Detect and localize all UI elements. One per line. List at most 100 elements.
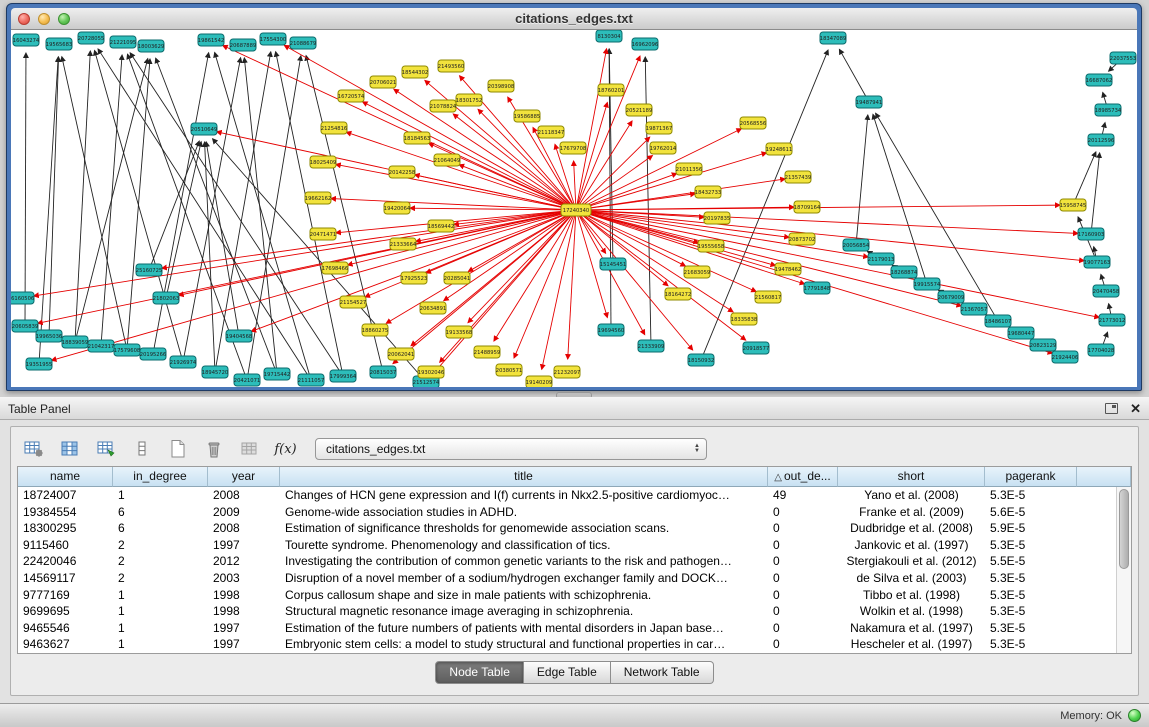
cell-in_degree[interactable]: 6 (113, 504, 208, 521)
graph-node[interactable]: 19420064 (384, 202, 411, 214)
cell-in_degree[interactable]: 1 (113, 587, 208, 604)
cell-title[interactable]: Disruption of a novel member of a sodium… (280, 570, 768, 587)
graph-node[interactable]: 18025409 (310, 156, 336, 168)
citation-edge[interactable] (34, 211, 570, 296)
citation-edge[interactable] (127, 54, 244, 374)
graph-node[interactable]: 21924406 (1052, 351, 1078, 363)
graph-node[interactable]: 20568556 (740, 117, 766, 129)
graph-node[interactable]: 15958745 (1060, 199, 1086, 211)
cell-out_degree[interactable]: 0 (768, 620, 838, 637)
citation-edge[interactable] (568, 216, 576, 359)
cell-title[interactable]: Estimation of significance thresholds fo… (280, 520, 768, 537)
citation-edge[interactable] (459, 165, 570, 208)
cell-pagerank[interactable]: 5.3E-5 (985, 603, 1077, 620)
graph-node[interactable]: 20062041 (388, 348, 414, 360)
graph-node[interactable]: 19487941 (856, 96, 882, 108)
graph-node[interactable]: 21221095 (110, 36, 136, 48)
new-table-icon[interactable] (163, 435, 192, 463)
cell-out_degree[interactable]: 0 (768, 636, 838, 653)
graph-node[interactable]: 18544302 (402, 66, 428, 78)
citation-edge[interactable] (1092, 153, 1100, 228)
column-header-out-degree[interactable]: △out_de... (768, 467, 838, 487)
cell-name[interactable]: 18300295 (18, 520, 113, 537)
cell-in_degree[interactable]: 2 (113, 570, 208, 587)
graph-node[interactable]: 20605839 (12, 320, 38, 332)
graph-node[interactable]: 21683059 (684, 266, 710, 278)
citation-edge[interactable] (1103, 332, 1107, 344)
citation-edge[interactable] (857, 115, 868, 239)
graph-node[interactable]: 19133568 (446, 326, 472, 338)
graph-node[interactable]: 20687889 (230, 39, 256, 51)
network-window-titlebar[interactable]: citations_edges.txt (11, 8, 1137, 30)
citation-edge[interactable] (582, 211, 1084, 261)
cell-short[interactable]: Jankovic et al. (1997) (838, 537, 985, 554)
graph-node[interactable]: 20521189 (626, 104, 652, 116)
citation-edge[interactable] (62, 57, 126, 344)
citation-edge[interactable] (582, 179, 785, 209)
citation-edge[interactable] (581, 214, 746, 340)
graph-node[interactable]: 20918577 (743, 342, 769, 354)
cell-out_degree[interactable]: 0 (768, 570, 838, 587)
graph-node[interactable]: 20056854 (843, 239, 870, 251)
close-window-button[interactable] (18, 13, 30, 25)
citation-edge[interactable] (39, 57, 58, 358)
cell-name[interactable]: 9777169 (18, 587, 113, 604)
graph-node[interactable]: 20421071 (234, 374, 260, 386)
vertical-scrollbar[interactable] (1116, 487, 1131, 653)
graph-node[interactable]: 21367057 (961, 303, 987, 315)
citation-edge[interactable] (156, 58, 275, 368)
graph-node[interactable]: 21064049 (434, 154, 460, 166)
cell-pagerank[interactable]: 5.3E-5 (985, 587, 1077, 604)
graph-node[interactable]: 21111057 (298, 374, 324, 386)
graph-node[interactable]: 19478462 (775, 263, 801, 275)
memory-ok-indicator-icon[interactable] (1128, 709, 1141, 722)
cell-year[interactable]: 2008 (208, 520, 280, 537)
citation-edge[interactable] (244, 58, 276, 368)
graph-node[interactable]: 18347089 (820, 32, 846, 44)
graph-node[interactable]: 21333664 (390, 238, 417, 250)
graph-node[interactable]: 20195266 (140, 348, 166, 360)
graph-node[interactable]: 21333909 (638, 340, 664, 352)
citation-edge[interactable] (839, 49, 866, 96)
graph-node[interactable]: 21254816 (321, 122, 347, 134)
minimize-window-button[interactable] (38, 13, 50, 25)
cell-out_degree[interactable]: 0 (768, 587, 838, 604)
table-row[interactable]: 1872400712008Changes of HCN gene express… (18, 487, 1116, 504)
citation-edge[interactable] (127, 59, 150, 344)
cell-pagerank[interactable]: 5.9E-5 (985, 520, 1077, 537)
graph-node[interactable]: 8130304 (596, 30, 622, 42)
cell-title[interactable]: Structural magnetic resonance image aver… (280, 603, 768, 620)
graph-node[interactable]: 17579608 (114, 344, 140, 356)
graph-node[interactable]: 21560817 (755, 291, 781, 303)
graph-node[interactable]: 19694560 (598, 324, 624, 336)
citation-edge[interactable] (76, 59, 147, 337)
column-header-title[interactable]: title (280, 467, 768, 487)
citation-edge[interactable] (645, 57, 651, 340)
graph-node[interactable]: 19302046 (418, 366, 444, 378)
graph-node[interactable]: 20873702 (789, 233, 815, 245)
citation-edge[interactable] (130, 53, 340, 371)
citation-edge[interactable] (394, 89, 571, 206)
float-panel-icon[interactable] (1105, 403, 1118, 414)
citation-edge[interactable] (581, 156, 653, 207)
graph-node[interactable]: 19762014 (650, 142, 677, 154)
graph-node[interactable]: 18569442 (428, 220, 454, 232)
graph-node[interactable]: 21232097 (554, 366, 580, 378)
graph-node[interactable]: 20471471 (310, 228, 336, 240)
graph-node[interactable]: 20679009 (938, 291, 964, 303)
column-visibility-icon[interactable] (55, 435, 84, 463)
import-table-icon[interactable] (91, 435, 120, 463)
graph-node[interactable]: 19662162 (305, 192, 331, 204)
citation-edge[interactable] (577, 49, 606, 204)
citation-edge[interactable] (1102, 123, 1105, 134)
cell-year[interactable]: 1997 (208, 537, 280, 554)
graph-node[interactable]: 16962096 (632, 38, 658, 50)
graph-node[interactable]: 19586885 (514, 110, 540, 122)
cell-year[interactable]: 2008 (208, 487, 280, 504)
graph-node[interactable]: 20815037 (370, 366, 396, 378)
graph-node[interactable]: 26160506 (11, 292, 34, 304)
cell-short[interactable]: Nakamura et al. (1997) (838, 620, 985, 637)
cell-short[interactable]: de Silva et al. (2003) (838, 570, 985, 587)
graph-node[interactable]: 20398908 (488, 80, 514, 92)
graph-node[interactable]: 20380571 (496, 364, 522, 376)
